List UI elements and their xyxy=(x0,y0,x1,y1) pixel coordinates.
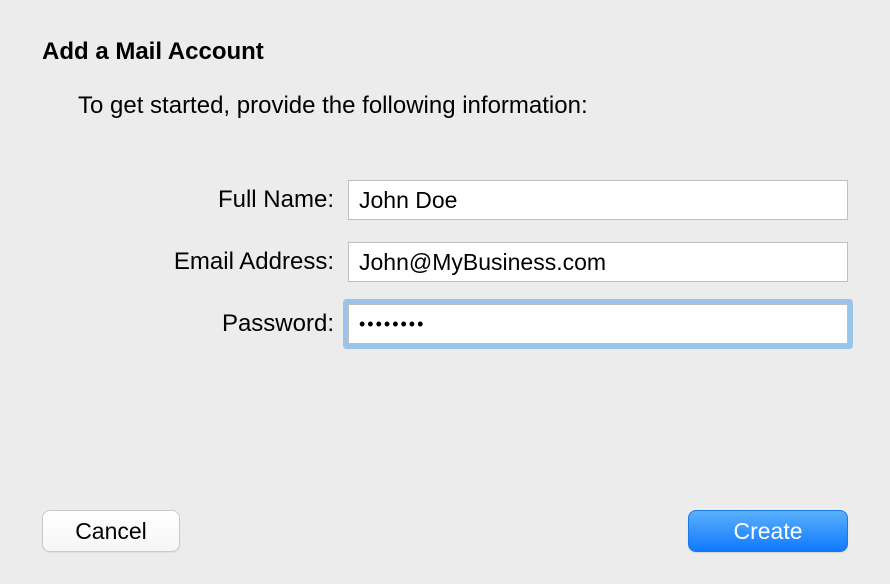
create-button[interactable]: Create xyxy=(688,510,848,552)
email-field[interactable] xyxy=(348,242,848,282)
dialog-subtitle: To get started, provide the following in… xyxy=(78,92,848,120)
cancel-button[interactable]: Cancel xyxy=(42,510,180,552)
password-label: Password: xyxy=(102,310,348,338)
full-name-row: Full Name: xyxy=(102,180,848,220)
dialog-title: Add a Mail Account xyxy=(42,38,848,66)
full-name-label: Full Name: xyxy=(102,186,348,214)
password-field[interactable] xyxy=(348,304,848,344)
account-form: Full Name: Email Address: Password: xyxy=(102,180,848,344)
email-row: Email Address: xyxy=(102,242,848,282)
full-name-field[interactable] xyxy=(348,180,848,220)
button-bar: Cancel Create xyxy=(42,510,848,552)
email-label: Email Address: xyxy=(102,248,348,276)
password-row: Password: xyxy=(102,304,848,344)
add-mail-account-dialog: Add a Mail Account To get started, provi… xyxy=(0,0,890,584)
